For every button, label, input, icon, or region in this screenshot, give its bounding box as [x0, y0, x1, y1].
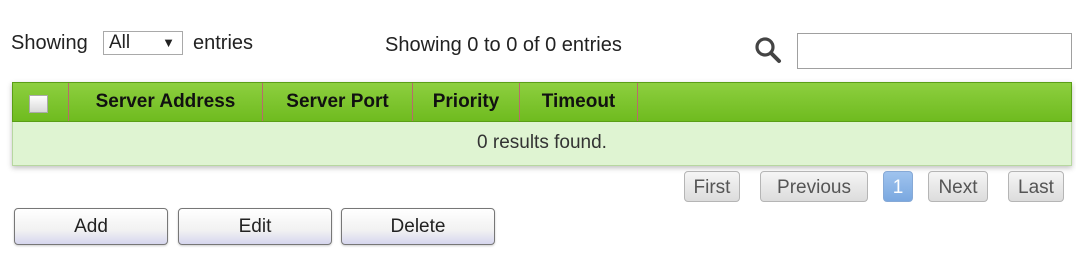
entries-select-value: All — [109, 32, 131, 53]
entries-select[interactable]: All ▼ — [103, 31, 183, 55]
servers-table: Server Address Server Port Priority Time… — [12, 82, 1072, 166]
column-header-priority[interactable]: Priority — [413, 83, 520, 121]
edit-button[interactable]: Edit — [178, 208, 332, 245]
column-header-timeout[interactable]: Timeout — [520, 83, 638, 121]
search-input[interactable] — [797, 33, 1072, 69]
page-first-button[interactable]: First — [684, 171, 740, 202]
page-number-button[interactable]: 1 — [883, 171, 913, 202]
delete-button[interactable]: Delete — [341, 208, 495, 245]
column-header-server-port[interactable]: Server Port — [263, 83, 413, 121]
page-previous-button[interactable]: Previous — [760, 171, 868, 202]
table-header: Server Address Server Port Priority Time… — [12, 82, 1072, 122]
page-last-button[interactable]: Last — [1008, 171, 1064, 202]
column-header-server-address[interactable]: Server Address — [69, 83, 263, 121]
add-button[interactable]: Add — [14, 208, 168, 245]
caret-down-icon: ▼ — [162, 35, 175, 50]
page-next-button[interactable]: Next — [928, 171, 988, 202]
entries-info: Showing 0 to 0 of 0 entries — [385, 34, 622, 56]
search-icon — [755, 37, 781, 63]
empty-results-row: 0 results found. — [12, 122, 1072, 166]
select-all-checkbox[interactable] — [29, 95, 48, 113]
select-all-cell — [13, 83, 69, 121]
showing-label: Showing — [11, 32, 88, 54]
entries-label: entries — [193, 32, 254, 54]
